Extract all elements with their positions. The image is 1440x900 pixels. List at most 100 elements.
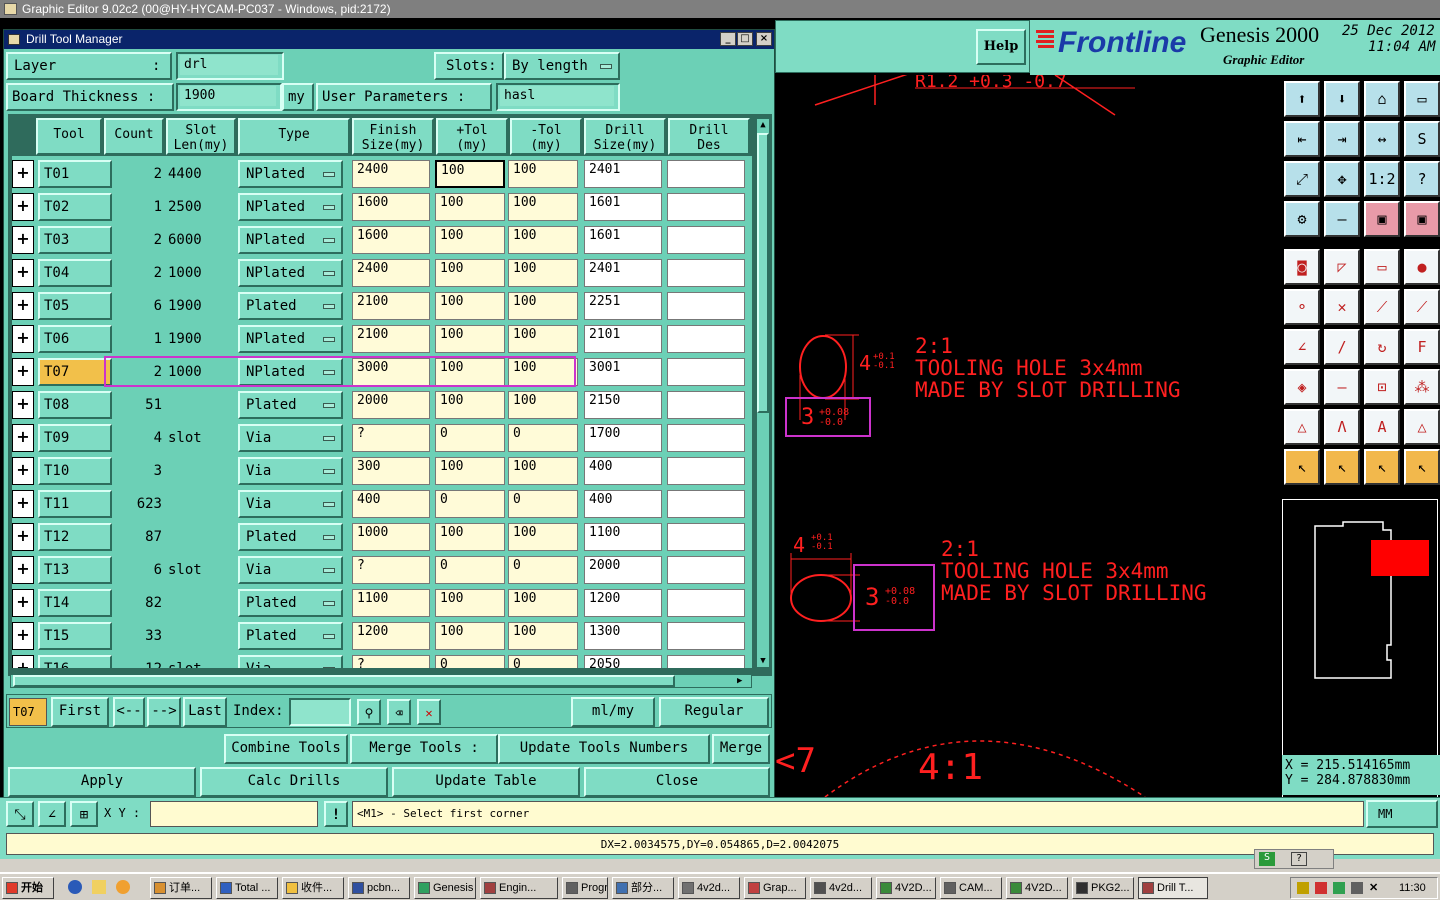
finish-size-input[interactable]: 400 (352, 490, 430, 518)
probe-icon[interactable]: — (1324, 201, 1360, 237)
drill-des-input[interactable] (667, 523, 745, 551)
tool-button[interactable]: T16 (38, 655, 112, 668)
search-icon[interactable]: ⚲ (357, 699, 381, 725)
finish-size-input[interactable]: 2000 (352, 391, 430, 419)
type-dropdown[interactable]: Plated (238, 523, 343, 551)
line-node2-icon[interactable]: ⟋ (1404, 289, 1440, 325)
net2-icon[interactable]: ▣ (1404, 201, 1440, 237)
minus-tol-input[interactable]: 100 (508, 391, 578, 419)
finish-size-input[interactable]: 1600 (352, 193, 430, 221)
drill-des-input[interactable] (667, 589, 745, 617)
merge-button[interactable]: Merge (712, 734, 770, 764)
minus-tol-input[interactable]: 100 (508, 259, 578, 287)
vertical-scrollbar[interactable]: ▲ ▼ (756, 118, 770, 668)
finish-size-input[interactable]: 1000 (352, 523, 430, 551)
tool-button[interactable]: T11 (38, 490, 112, 518)
taskbar-item[interactable]: PKG2... (1072, 877, 1134, 899)
arc-icon[interactable]: ↻ (1364, 329, 1400, 365)
minus-tol-input[interactable]: 100 (508, 622, 578, 650)
type-dropdown[interactable]: Plated (238, 589, 343, 617)
tray-icon-1[interactable] (1297, 882, 1309, 894)
units-select[interactable]: MM (1366, 800, 1438, 828)
help-small-icon[interactable]: ? (1291, 852, 1307, 866)
plus-tol-input[interactable]: 100 (435, 358, 505, 386)
finish-size-input[interactable]: 2400 (352, 259, 430, 287)
connect-icon[interactable]: ⚬ (1284, 289, 1320, 325)
type-dropdown[interactable]: NPlated (238, 325, 343, 353)
mirror-icon[interactable]: ↔ (1364, 121, 1400, 157)
drill-des-input[interactable] (667, 226, 745, 254)
finish-size-input[interactable]: 2100 (352, 325, 430, 353)
hscroll-thumb[interactable] (13, 675, 675, 687)
plus-tol-input[interactable]: 0 (435, 490, 505, 518)
tool-button[interactable]: T07 (38, 358, 112, 386)
net-icon[interactable]: ▣ (1364, 201, 1400, 237)
type-dropdown[interactable]: NPlated (238, 226, 343, 254)
plus-tol-input[interactable]: 100 (435, 325, 505, 353)
drill-des-input[interactable] (667, 490, 745, 518)
expand-icon[interactable]: + (12, 589, 34, 617)
drill-size-input[interactable]: 1700 (584, 424, 662, 452)
taskbar-item[interactable]: 部分... (612, 877, 674, 899)
first-button[interactable]: First (51, 697, 109, 727)
taskbar-item[interactable]: Grap... (744, 877, 806, 899)
delete-icon[interactable]: ✕ (417, 699, 441, 725)
close-button[interactable]: Close (584, 767, 770, 797)
minus-tol-input[interactable]: 0 (508, 556, 578, 584)
drill-size-input[interactable]: 2050 (584, 655, 662, 668)
text-icon[interactable]: F (1404, 329, 1440, 365)
apply-button[interactable]: Apply (8, 767, 196, 797)
drill-size-input[interactable]: 1100 (584, 523, 662, 551)
type-dropdown[interactable]: Via (238, 490, 343, 518)
type-dropdown[interactable]: Plated (238, 622, 343, 650)
expand-icon[interactable]: + (12, 622, 34, 650)
tool-button[interactable]: T12 (38, 523, 112, 551)
drill-size-input[interactable]: 1300 (584, 622, 662, 650)
drill-size-input[interactable]: 2150 (584, 391, 662, 419)
expand-icon[interactable]: + (12, 226, 34, 254)
plus-tol-input[interactable]: 100 (435, 523, 505, 551)
finish-size-input[interactable]: 1100 (352, 589, 430, 617)
tool-button[interactable]: T03 (38, 226, 112, 254)
expand-icon[interactable]: + (12, 358, 34, 386)
tool-button[interactable]: T02 (38, 193, 112, 221)
dimension-icon[interactable]: ⊡ (1364, 369, 1400, 405)
snap-icon[interactable]: S (1404, 121, 1440, 157)
drill-des-input[interactable] (667, 457, 745, 485)
grid-icon[interactable]: ⊞ (70, 801, 98, 827)
close-icon[interactable]: × (756, 32, 772, 46)
drill-size-input[interactable]: 1200 (584, 589, 662, 617)
minus-tol-input[interactable]: 100 (508, 226, 578, 254)
finish-size-input[interactable]: 1600 (352, 226, 430, 254)
fit-icon[interactable]: ⤢ (1284, 161, 1320, 197)
type-dropdown[interactable]: Via (238, 556, 343, 584)
plus-tol-input[interactable]: 0 (435, 424, 505, 452)
plus-tol-input[interactable]: 100 (435, 160, 505, 188)
triangle2-icon[interactable]: Λ (1324, 409, 1360, 445)
measure-icon[interactable]: ∠ (38, 801, 66, 827)
layer-field[interactable]: drl (176, 52, 284, 80)
tray-icon-2[interactable] (1315, 882, 1327, 894)
scale-1-2-icon[interactable]: 1:2 (1364, 161, 1400, 197)
expand-icon[interactable]: + (12, 457, 34, 485)
zoom-window-icon[interactable]: ⤡ (6, 801, 34, 827)
home-icon[interactable]: ⌂ (1364, 81, 1400, 117)
expand-icon[interactable]: + (12, 424, 34, 452)
taskbar-item[interactable]: Genesis (414, 877, 476, 899)
start-button[interactable]: 开始 (2, 877, 54, 899)
update-numbers-dropdown[interactable]: Update Tools Numbers (498, 734, 710, 764)
plus-tol-input[interactable]: 100 (435, 193, 505, 221)
type-dropdown[interactable]: Plated (238, 391, 343, 419)
taskbar-item[interactable]: 4v2d... (810, 877, 872, 899)
plus-tol-input[interactable]: 100 (435, 622, 505, 650)
minus-tol-input[interactable]: 100 (508, 193, 578, 221)
tool-button[interactable]: T09 (38, 424, 112, 452)
combine-tools-button[interactable]: Combine Tools (224, 734, 348, 764)
finish-size-input[interactable]: 2400 (352, 160, 430, 188)
group-icon[interactable]: ⁂ (1404, 369, 1440, 405)
index-field[interactable] (289, 698, 351, 726)
last-button[interactable]: Last (183, 697, 227, 727)
taskbar-item[interactable]: 4v2d... (678, 877, 740, 899)
taskbar-item[interactable]: 4V2D... (876, 877, 936, 899)
minus-tol-input[interactable]: 100 (508, 160, 578, 188)
